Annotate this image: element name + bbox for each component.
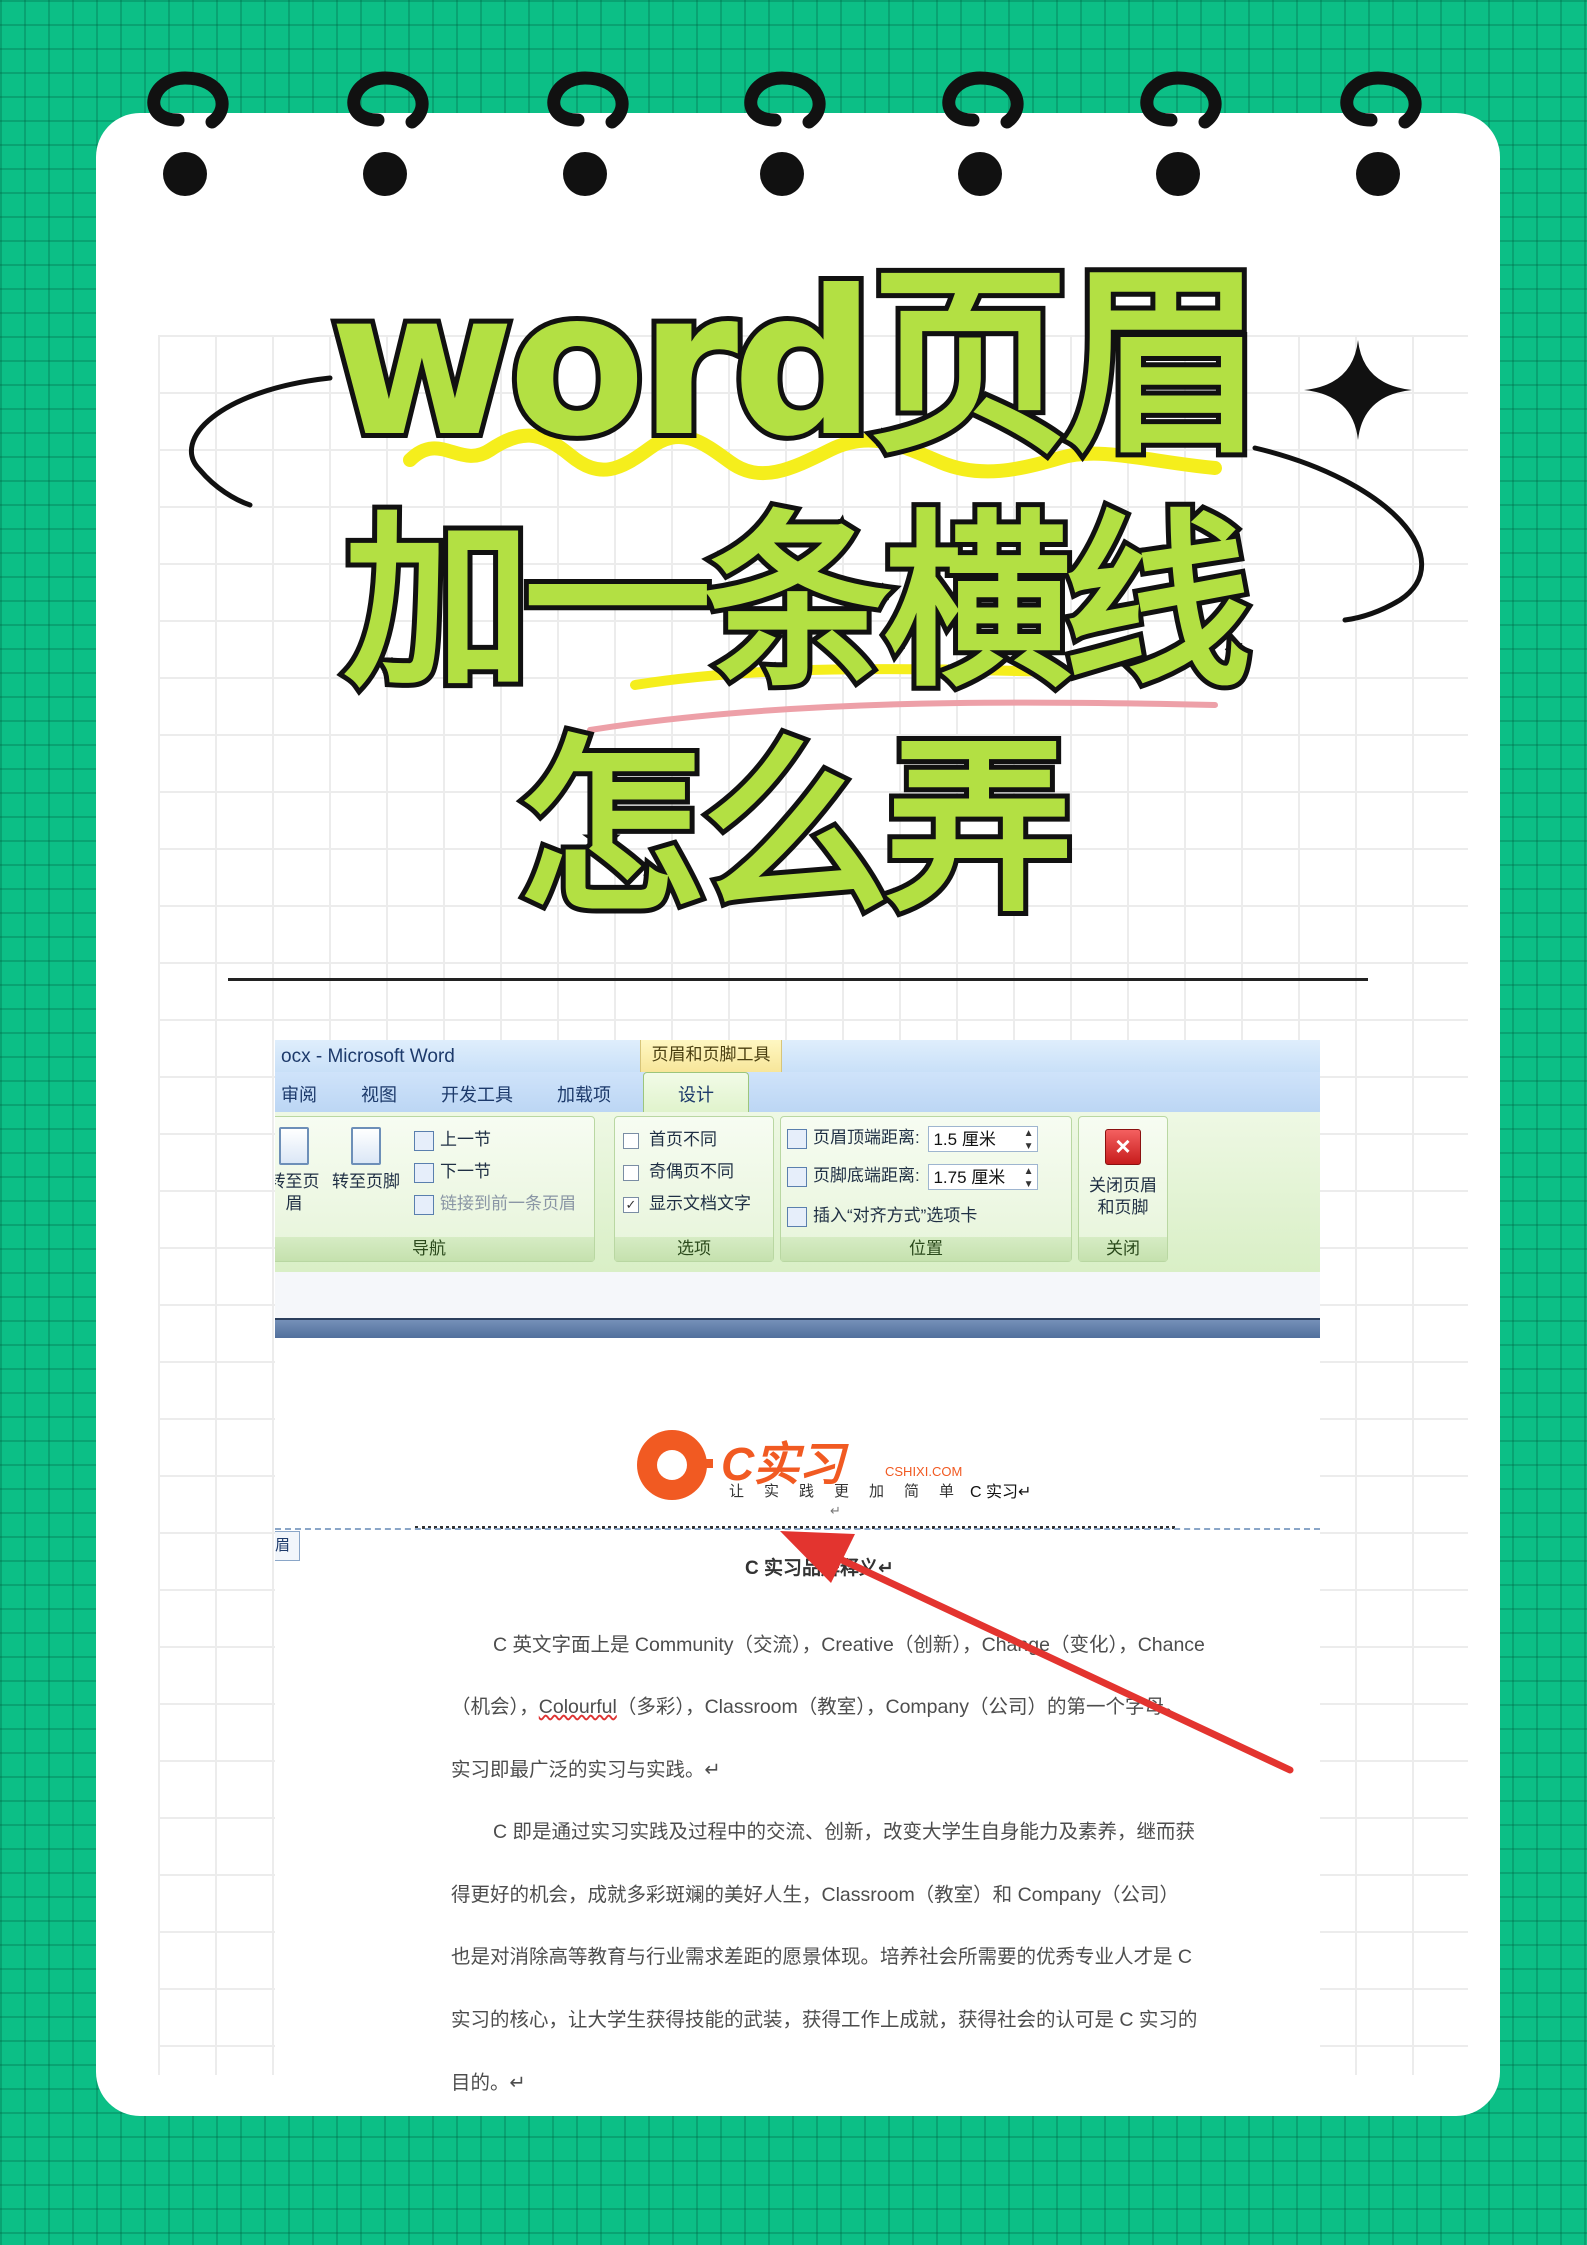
body-line: C 即是通过实习实践及过程中的交流、创新，改变大学生自身能力及素养，继而获 bbox=[493, 1821, 1196, 1843]
close-header-footer-button[interactable]: 关闭页眉 和页脚 bbox=[1079, 1175, 1167, 1219]
checkbox-icon bbox=[623, 1132, 639, 1149]
body-line: （机会），Colourful（多彩），Classroom（教室），Company… bbox=[451, 1690, 1183, 1719]
footer-bottom-input[interactable]: 1.75 厘米 ▲ ▼ bbox=[928, 1163, 1039, 1191]
body-line: 实习的核心，让大学生获得技能的武装，获得工作上成就，获得社会的认可是 C 实习的 bbox=[451, 2009, 1198, 2031]
link-previous-label: 链接到前一条页眉 bbox=[440, 1194, 576, 1213]
insert-align-tab-button[interactable]: 插入“对齐方式”选项卡 bbox=[787, 1201, 977, 1227]
footer-bottom-value: 1.75 厘米 bbox=[933, 1167, 1006, 1187]
ribbon-tabs: 审阅 视图 开发工具 加载项 设计 bbox=[275, 1072, 1320, 1113]
document-page[interactable]: C实习 CSHIXI.COM 让实践更加简单 C 实习↵ ↵ 眉 C 实习品牌释… bbox=[275, 1338, 1320, 2115]
document-icon bbox=[279, 1127, 309, 1165]
group-options: 首页不同 奇偶页不同 ✓ 显示文档文字 选项 bbox=[614, 1116, 774, 1262]
group-label-navigation: 导航 bbox=[275, 1237, 594, 1261]
header-top-value: 1.5 厘米 bbox=[933, 1129, 996, 1149]
section-divider bbox=[228, 978, 1368, 981]
ribbon: 转至页眉 转至页脚 上一节 下一节 链接到前一条页眉 导航 首页不同 奇偶页不同 bbox=[275, 1112, 1320, 1273]
group-position: 页眉顶端距离: 1.5 厘米 ▲ ▼ 页脚底端距离: 1.75 厘米 ▲ ▼ 插入“对齐… bbox=[780, 1116, 1072, 1262]
link-icon bbox=[414, 1194, 434, 1215]
odd-even-label: 奇偶页不同 bbox=[649, 1162, 734, 1181]
tab-developer[interactable]: 开发工具 bbox=[441, 1081, 513, 1107]
body-line: 目的。↵ bbox=[451, 2072, 526, 2094]
company-logo: C实习 CSHIXI.COM 让实践更加简单 bbox=[637, 1428, 962, 1518]
body-line: 得更好的机会，成就多彩斑斓的美好人生，Classroom（教室）和 Compan… bbox=[451, 1884, 1180, 1906]
spinner-arrows-icon[interactable]: ▲ ▼ bbox=[1024, 1127, 1034, 1153]
tab-addins[interactable]: 加载项 bbox=[557, 1081, 611, 1107]
goto-footer-label: 转至页脚 bbox=[332, 1172, 400, 1191]
window-title: ocx - Microsoft Word bbox=[281, 1046, 455, 1067]
title-line-2: 加一条横线 bbox=[339, 494, 1257, 713]
close-label-line1: 关闭页眉 bbox=[1089, 1176, 1157, 1195]
body-line-start: （机会）， bbox=[451, 1696, 539, 1718]
group-label-position: 位置 bbox=[781, 1237, 1071, 1261]
body-line-rest: （多彩），Classroom（教室），Company（公司）的第一个字母。 bbox=[616, 1696, 1184, 1718]
header-top-input[interactable]: 1.5 厘米 ▲ ▼ bbox=[928, 1125, 1039, 1153]
header-text: C 实习↵ bbox=[970, 1484, 1032, 1501]
document-icon bbox=[351, 1127, 381, 1165]
prev-section-label: 上一节 bbox=[440, 1130, 491, 1149]
link-previous-button[interactable]: 链接到前一条页眉 bbox=[414, 1189, 576, 1215]
group-close: × 关闭页眉 和页脚 关闭 bbox=[1078, 1116, 1168, 1262]
body-line: 实习即最广泛的实习与实践。↵ bbox=[451, 1759, 721, 1781]
next-section-button[interactable]: 下一节 bbox=[414, 1157, 491, 1183]
tab-design[interactable]: 设计 bbox=[643, 1072, 749, 1112]
goto-header-label: 转至页眉 bbox=[275, 1172, 320, 1213]
checkbox-checked-icon: ✓ bbox=[623, 1196, 639, 1213]
group-label-close: 关闭 bbox=[1079, 1237, 1167, 1261]
header-distance-icon bbox=[787, 1128, 807, 1149]
prev-section-button[interactable]: 上一节 bbox=[414, 1125, 491, 1151]
title-line-3: 怎么弄 bbox=[513, 719, 1079, 938]
footer-distance-icon bbox=[787, 1166, 807, 1187]
odd-even-checkbox[interactable]: 奇偶页不同 bbox=[623, 1157, 734, 1182]
next-section-icon bbox=[414, 1162, 434, 1183]
logo-key-icon bbox=[695, 1459, 713, 1468]
footer-bottom-row: 页脚底端距离: 1.75 厘米 ▲ ▼ bbox=[787, 1161, 1039, 1191]
align-tab-icon bbox=[787, 1206, 807, 1227]
next-section-label: 下一节 bbox=[440, 1162, 491, 1181]
paragraph-mark: ↵ bbox=[830, 1503, 841, 1518]
group-label-options: 选项 bbox=[615, 1237, 773, 1261]
goto-header-button[interactable]: 转至页眉 bbox=[275, 1127, 324, 1215]
insert-align-tab-label: 插入“对齐方式”选项卡 bbox=[813, 1206, 978, 1225]
logo-domain: CSHIXI.COM bbox=[885, 1464, 963, 1479]
group-navigation: 转至页眉 转至页脚 上一节 下一节 链接到前一条页眉 导航 bbox=[275, 1116, 595, 1262]
body-line: 也是对消除高等教育与行业需求差距的愿景体现。培养社会所需要的优秀专业人才是 C bbox=[451, 1946, 1193, 1968]
header-top-row: 页眉顶端距离: 1.5 厘米 ▲ ▼ bbox=[787, 1123, 1039, 1153]
tab-review[interactable]: 审阅 bbox=[281, 1081, 317, 1107]
close-icon[interactable]: × bbox=[1105, 1129, 1141, 1165]
footer-bottom-label: 页脚底端距离: bbox=[813, 1166, 920, 1185]
show-text-checkbox[interactable]: ✓ 显示文档文字 bbox=[623, 1189, 751, 1214]
context-tools-label: 页眉和页脚工具 bbox=[640, 1040, 782, 1072]
spinner-arrows-icon[interactable]: ▲ ▼ bbox=[1024, 1165, 1034, 1191]
logo-slogan: 让实践更加简单 bbox=[729, 1483, 975, 1500]
goto-footer-button[interactable]: 转至页脚 bbox=[324, 1127, 408, 1193]
first-page-checkbox[interactable]: 首页不同 bbox=[623, 1125, 717, 1150]
header-tag[interactable]: 眉 bbox=[275, 1531, 300, 1561]
tab-view[interactable]: 视图 bbox=[361, 1081, 397, 1107]
document-title: C 实习品牌释义↵ bbox=[745, 1558, 894, 1579]
close-label-line2: 和页脚 bbox=[1097, 1198, 1149, 1217]
ribbon-gap bbox=[275, 1272, 1320, 1322]
body-line: C 英文字面上是 Community（交流），Creative（创新），Chan… bbox=[493, 1634, 1205, 1656]
window-titlebar: ocx - Microsoft Word bbox=[275, 1040, 1320, 1072]
header-top-label: 页眉顶端距离: bbox=[813, 1128, 920, 1147]
previous-section-icon bbox=[414, 1130, 434, 1151]
first-page-label: 首页不同 bbox=[649, 1130, 717, 1149]
word-screenshot: ocx - Microsoft Word 页眉和页脚工具 审阅 视图 开发工具 … bbox=[275, 1040, 1320, 2115]
spelling-flagged-word: Colourful bbox=[538, 1696, 617, 1718]
title-line-1: word页眉 bbox=[325, 248, 1269, 481]
show-text-label: 显示文档文字 bbox=[649, 1194, 751, 1213]
ruler-bar bbox=[275, 1318, 1320, 1340]
header-boundary bbox=[275, 1528, 1320, 1530]
checkbox-icon bbox=[623, 1164, 639, 1181]
